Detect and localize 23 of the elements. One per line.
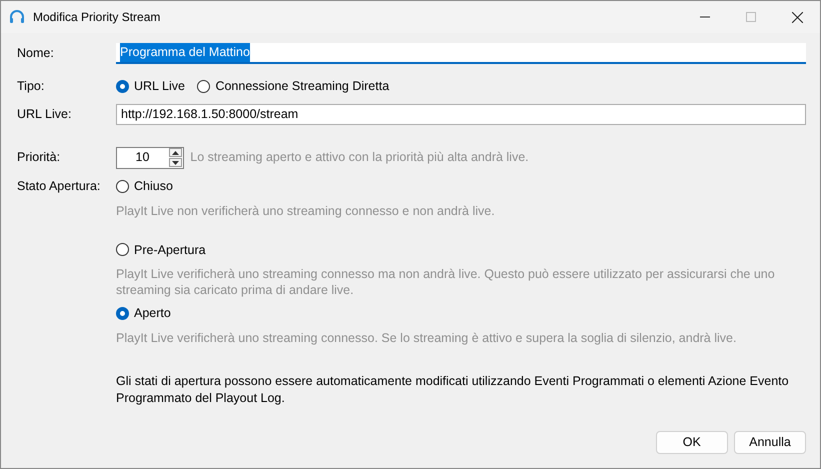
description-text: PlayIt Live verificherà uno streaming connesso ma non andrà live. Questo può essere utilizzato per assicurarsi che uno streaming sia caricato prima di andare live. — [116, 266, 776, 298]
window-title: Modifica Priority Stream — [33, 9, 160, 26]
radio-button[interactable]: Chiuso — [116, 176, 173, 196]
url-field[interactable]: http://192.168.1.50:8000/stream — [116, 104, 806, 125]
headphones-icon — [9, 9, 25, 25]
number-spinner[interactable]: 10 — [116, 146, 184, 169]
ok-button[interactable]: OK — [656, 431, 728, 454]
radio-button[interactable]: Pre-Apertura — [116, 240, 206, 260]
field-label: Priorità: — [17, 149, 62, 166]
field-label: Stato Apertura: — [17, 178, 102, 195]
cancel-button[interactable]: Annulla — [734, 431, 806, 454]
note-text: Gli stati di apertura possono essere automaticamente modificati utilizzando Eventi Programmati o elementi Azione Evento Programmato del Playout Log. — [116, 373, 790, 407]
description-text: PlayIt Live non verificherà uno streaming connesso e non andrà live. — [116, 202, 495, 218]
radio-button[interactable]: Connessione Streaming Diretta — [197, 77, 390, 96]
name-field[interactable]: Programma del Mattino — [116, 43, 806, 64]
description-text: PlayIt Live verificherà uno streaming connesso. Se lo streaming è attivo e supera la soglia di silenzio, andrà live. — [116, 330, 736, 346]
close-icon[interactable] — [792, 12, 802, 22]
hint-text: Lo streaming aperto e attivo con la priorità più alta andrà live. — [190, 149, 529, 166]
field-label: Tipo: — [17, 78, 46, 95]
radio-button[interactable]: Aperto — [116, 304, 171, 323]
field-label: Nome: — [17, 45, 55, 62]
field-label: URL Live: — [17, 106, 72, 123]
radio-button[interactable]: URL Live — [116, 77, 185, 96]
